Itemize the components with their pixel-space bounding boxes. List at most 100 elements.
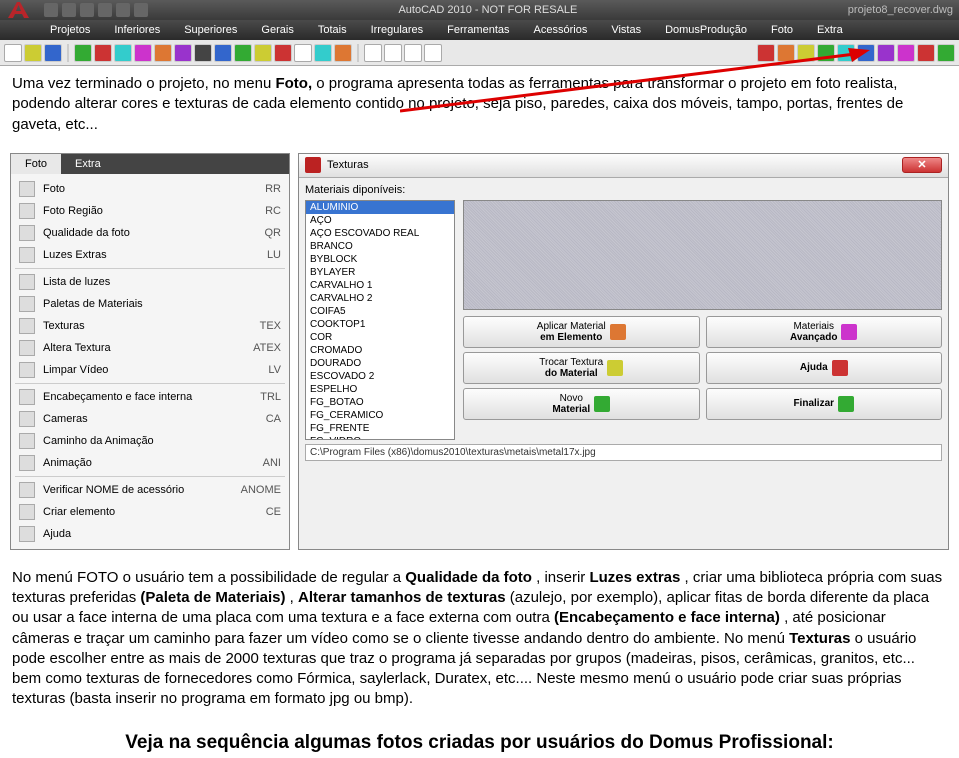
- menu-extra[interactable]: Extra: [817, 24, 843, 36]
- material-list-item[interactable]: CARVALHO 2: [306, 292, 454, 305]
- menu-totais[interactable]: Totais: [318, 24, 347, 36]
- menu-item-icon: [19, 504, 35, 520]
- menu-domusproducao[interactable]: DomusProdução: [665, 24, 747, 36]
- finalize-button[interactable]: Finalizar: [706, 388, 943, 420]
- menu-item[interactable]: TexturasTEX: [11, 315, 289, 337]
- material-list-item[interactable]: CARVALHO 1: [306, 279, 454, 292]
- menu-item[interactable]: Caminho da Animação: [11, 430, 289, 452]
- menu-acessorios[interactable]: Acessórios: [534, 24, 588, 36]
- material-list-item[interactable]: ESCOVADO 2: [306, 370, 454, 383]
- menu-item[interactable]: Foto RegiãoRC: [11, 200, 289, 222]
- material-list-item[interactable]: FG_VIDRO: [306, 435, 454, 440]
- menu-item[interactable]: Verificar NOME de acessórioANOME: [11, 479, 289, 501]
- material-list-item[interactable]: ALUMINIO: [306, 201, 454, 214]
- tb-icon[interactable]: [274, 44, 292, 62]
- material-list-item[interactable]: COOKTOP1: [306, 318, 454, 331]
- tb-zoom-icon[interactable]: [404, 44, 422, 62]
- material-list-item[interactable]: COR: [306, 331, 454, 344]
- tb-icon[interactable]: [857, 44, 875, 62]
- tb-icon[interactable]: [877, 44, 895, 62]
- tb-open-icon[interactable]: [24, 44, 42, 62]
- tb-icon[interactable]: [74, 44, 92, 62]
- new-material-button[interactable]: NovoMaterial: [463, 388, 700, 420]
- materials-listbox[interactable]: ALUMINIOAÇOAÇO ESCOVADO REALBRANCOBYBLOC…: [305, 200, 455, 440]
- tb-icon[interactable]: [154, 44, 172, 62]
- tb-icon[interactable]: [897, 44, 915, 62]
- material-list-item[interactable]: CROMADO: [306, 344, 454, 357]
- material-list-item[interactable]: AÇO ESCOVADO REAL: [306, 227, 454, 240]
- tb-icon[interactable]: [94, 44, 112, 62]
- material-list-item[interactable]: BRANCO: [306, 240, 454, 253]
- tb-icon[interactable]: [174, 44, 192, 62]
- tb-icon[interactable]: [294, 44, 312, 62]
- tb-icon[interactable]: [254, 44, 272, 62]
- tb-zoom-icon[interactable]: [384, 44, 402, 62]
- tb-zoom-icon[interactable]: [364, 44, 382, 62]
- tb-icon[interactable]: [837, 44, 855, 62]
- tb-icon[interactable]: [917, 44, 935, 62]
- help-button[interactable]: Ajuda: [706, 352, 943, 384]
- tb-icon[interactable]: [234, 44, 252, 62]
- menu-vistas[interactable]: Vistas: [611, 24, 641, 36]
- tb-icon[interactable]: [314, 44, 332, 62]
- tb-flag-icon[interactable]: [937, 44, 955, 62]
- tb-icon[interactable]: [114, 44, 132, 62]
- tb-icon[interactable]: [797, 44, 815, 62]
- menu-item[interactable]: Lista de luzes: [11, 271, 289, 293]
- qat-undo-icon[interactable]: [116, 3, 130, 17]
- material-list-item[interactable]: AÇO: [306, 214, 454, 227]
- qat-open-icon[interactable]: [62, 3, 76, 17]
- menu-irregulares[interactable]: Irregulares: [371, 24, 424, 36]
- menu-gerais[interactable]: Gerais: [261, 24, 293, 36]
- change-texture-button[interactable]: Trocar Texturado Material: [463, 352, 700, 384]
- menu-item[interactable]: Encabeçamento e face internaTRL: [11, 386, 289, 408]
- tb-save-icon[interactable]: [44, 44, 62, 62]
- tb-pan-icon[interactable]: [424, 44, 442, 62]
- material-list-item[interactable]: ESPELHO: [306, 383, 454, 396]
- menu-item[interactable]: FotoRR: [11, 178, 289, 200]
- material-list-item[interactable]: FG_BOTAO: [306, 396, 454, 409]
- apply-material-button[interactable]: Aplicar Materialem Elemento: [463, 316, 700, 348]
- material-list-item[interactable]: DOURADO: [306, 357, 454, 370]
- menu-item[interactable]: Criar elementoCE: [11, 501, 289, 523]
- menu-item[interactable]: Paletas de Materiais: [11, 293, 289, 315]
- btn-label-bold: Material: [552, 404, 590, 415]
- material-list-item[interactable]: COIFA5: [306, 305, 454, 318]
- material-list-item[interactable]: FG_CERAMICO: [306, 409, 454, 422]
- menu-item[interactable]: Altera TexturaATEX: [11, 337, 289, 359]
- menu-ferramentas[interactable]: Ferramentas: [447, 24, 509, 36]
- tb-icon[interactable]: [334, 44, 352, 62]
- menu-projetos[interactable]: Projetos: [50, 24, 90, 36]
- menu-superiores[interactable]: Superiores: [184, 24, 237, 36]
- tb-icon[interactable]: [194, 44, 212, 62]
- qat-redo-icon[interactable]: [134, 3, 148, 17]
- tb-icon[interactable]: [214, 44, 232, 62]
- menu-item[interactable]: Qualidade da fotoQR: [11, 222, 289, 244]
- close-button[interactable]: ✕: [902, 157, 942, 173]
- menu-item[interactable]: CamerasCA: [11, 408, 289, 430]
- menu-item-icon: [19, 225, 35, 241]
- tb-icon[interactable]: [134, 44, 152, 62]
- tb-icon[interactable]: [757, 44, 775, 62]
- material-list-item[interactable]: BYLAYER: [306, 266, 454, 279]
- menu-item[interactable]: Ajuda: [11, 523, 289, 545]
- tb-icon[interactable]: [817, 44, 835, 62]
- material-list-item[interactable]: FG_FRENTE: [306, 422, 454, 435]
- menu-item[interactable]: AnimaçãoANI: [11, 452, 289, 474]
- advanced-materials-button[interactable]: MateriaisAvançado: [706, 316, 943, 348]
- menu-item-label: Ajuda: [43, 528, 273, 540]
- menu-item[interactable]: Luzes ExtrasLU: [11, 244, 289, 266]
- toolbar: [0, 40, 959, 66]
- material-list-item[interactable]: BYBLOCK: [306, 253, 454, 266]
- menu-foto[interactable]: Foto: [771, 24, 793, 36]
- qat-new-icon[interactable]: [44, 3, 58, 17]
- menu-inferiores[interactable]: Inferiores: [114, 24, 160, 36]
- qat-print-icon[interactable]: [98, 3, 112, 17]
- tab-foto[interactable]: Foto: [11, 154, 61, 174]
- qat-save-icon[interactable]: [80, 3, 94, 17]
- tb-new-icon[interactable]: [4, 44, 22, 62]
- menu-item-label: Criar elemento: [43, 506, 258, 518]
- tab-extra[interactable]: Extra: [61, 154, 115, 174]
- menu-item[interactable]: Limpar VídeoLV: [11, 359, 289, 381]
- tb-icon[interactable]: [777, 44, 795, 62]
